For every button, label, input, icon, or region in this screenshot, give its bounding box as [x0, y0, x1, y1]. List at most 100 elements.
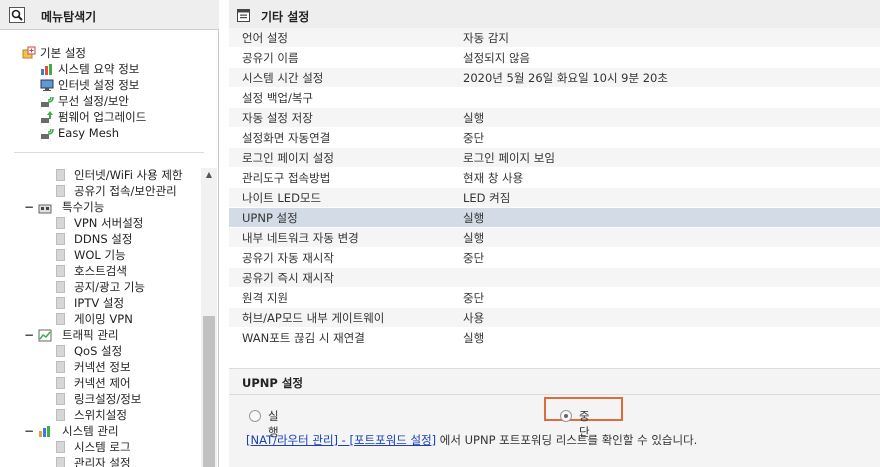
- other-settings-title: 기타 설정: [261, 10, 310, 24]
- monitor-icon: [40, 79, 54, 91]
- tree-label: 공유기 접속/보안관리: [74, 184, 177, 198]
- settings-window-icon: [237, 9, 250, 22]
- tree-label: 무선 설정/보안: [58, 94, 130, 108]
- setting-value: 중단: [463, 131, 485, 145]
- setting-key: 설정화면 자동연결: [242, 131, 331, 145]
- tree-label: IPTV 설정: [74, 296, 125, 310]
- leaf-icon: [56, 377, 65, 389]
- settings-row-remote-support[interactable]: 원격 지원 중단: [229, 288, 880, 308]
- leaf-icon: [56, 313, 65, 325]
- settings-row-night-led[interactable]: 나이트 LED모드 LED 켜짐: [229, 188, 880, 208]
- menu-explorer-header: 메뉴탐색기: [0, 0, 219, 30]
- setting-value: 중단: [463, 291, 485, 305]
- collapse-icon[interactable]: −: [24, 327, 34, 343]
- upnp-info-message: 에서 UPNP 포트포워딩 리스트를 확인할 수 있습니다.: [436, 433, 698, 447]
- wireless-icon: [41, 96, 54, 107]
- settings-row-hub-ap-gateway[interactable]: 허브/AP모드 내부 게이트웨이 사용: [229, 308, 880, 328]
- settings-row-auto-save[interactable]: 자동 설정 저장 실행: [229, 108, 880, 128]
- setting-value: 중단: [463, 251, 485, 265]
- setting-value: 실행: [463, 211, 485, 225]
- other-settings-panel: 기타 설정 언어 설정 자동 감지 공유기 이름 설정되지 않음 시스템 시간 설정…: [229, 0, 880, 467]
- leaf-icon: [56, 265, 65, 277]
- settings-row-router-name[interactable]: 공유기 이름 설정되지 않음: [229, 48, 880, 68]
- tree-label: 시스템 관리: [62, 424, 119, 438]
- tree-label: 인터넷/WiFi 사용 제한: [74, 168, 183, 182]
- settings-row-internal-network[interactable]: 내부 네트워크 자동 변경 실행: [229, 228, 880, 248]
- folder-basic-icon: [22, 46, 36, 59]
- tree-scrollbar[interactable]: ▲: [201, 168, 217, 467]
- setting-value: 실행: [463, 331, 485, 345]
- setting-key: 시스템 시간 설정: [242, 71, 324, 85]
- settings-row-language[interactable]: 언어 설정 자동 감지: [229, 28, 880, 48]
- setting-key: 로그인 페이지 설정: [242, 151, 334, 165]
- settings-row-system-time[interactable]: 시스템 시간 설정 2020년 5월 26일 화요일 10시 9분 20초: [229, 68, 880, 88]
- other-settings-header: 기타 설정: [229, 0, 880, 30]
- setting-value: 자동 감지: [463, 31, 509, 45]
- setting-key: 관리도구 접속방법: [242, 171, 331, 185]
- settings-list: 언어 설정 자동 감지 공유기 이름 설정되지 않음 시스템 시간 설정 2020년 …: [229, 28, 880, 348]
- tree-label: 스위치설정: [74, 408, 127, 422]
- upgrade-icon: [41, 111, 53, 123]
- leaf-icon: [56, 393, 65, 405]
- setting-value: LED 켜짐: [463, 191, 511, 205]
- upnp-detail-header: UPNP 설정: [229, 369, 880, 395]
- scroll-up-arrow-icon[interactable]: ▲: [201, 168, 217, 182]
- tree-label: 커넥션 제어: [74, 376, 131, 390]
- collapse-icon[interactable]: −: [24, 423, 34, 439]
- radio-unchecked-icon[interactable]: [249, 410, 261, 422]
- collapse-icon[interactable]: −: [24, 199, 34, 215]
- leaf-icon: [56, 297, 65, 309]
- settings-row-admin-access[interactable]: 관리도구 접속방법 현재 창 사용: [229, 168, 880, 188]
- setting-key: 공유기 즉시 재시작: [242, 271, 334, 285]
- tree-label: 시스템 로그: [74, 440, 131, 454]
- settings-row-backup-restore[interactable]: 설정 백업/복구: [229, 88, 880, 108]
- setting-value: 설정되지 않음: [463, 51, 531, 65]
- setting-value: 실행: [463, 111, 485, 125]
- tree-label: 호스트검색: [74, 264, 127, 278]
- setting-value: 사용: [463, 311, 485, 325]
- settings-row-wan-reconnect[interactable]: WAN포트 끊김 시 재연결 실행: [229, 328, 880, 348]
- mesh-icon: [41, 128, 54, 139]
- tree-label: 기본 설정: [40, 46, 86, 60]
- leaf-icon: [56, 169, 65, 181]
- scrollbar-thumb[interactable]: [203, 316, 215, 467]
- settings-row-login-page[interactable]: 로그인 페이지 설정 로그인 페이지 보임: [229, 148, 880, 168]
- upnp-detail-title: UPNP 설정: [242, 376, 303, 390]
- tree-label: 시스템 요약 정보: [58, 62, 140, 76]
- tree-label: QoS 설정: [74, 344, 123, 358]
- chart-icon: [41, 64, 52, 75]
- leaf-icon: [56, 233, 65, 245]
- tree-label: 펌웨어 업그레이드: [58, 110, 147, 124]
- leaf-icon: [56, 217, 65, 229]
- setting-value: 실행: [463, 231, 485, 245]
- tree-label: 공지/광고 기능: [74, 280, 146, 294]
- settings-row-upnp[interactable]: UPNP 설정 실행: [229, 208, 880, 228]
- settings-row-restart-now[interactable]: 공유기 즉시 재시작: [229, 268, 880, 288]
- tree-label: 인터넷 설정 정보: [58, 78, 140, 92]
- system-icon: [39, 426, 50, 437]
- traffic-icon: [38, 329, 52, 342]
- tree-label: 트래픽 관리: [62, 328, 119, 342]
- setting-key: 공유기 자동 재시작: [242, 251, 334, 265]
- setting-value: 로그인 페이지 보임: [463, 151, 555, 165]
- settings-row-auto-connect[interactable]: 설정화면 자동연결 중단: [229, 128, 880, 148]
- leaf-icon: [56, 345, 65, 357]
- setting-key: 언어 설정: [242, 31, 288, 45]
- tree-label: VPN 서버설정: [74, 216, 144, 230]
- setting-value: 현재 창 사용: [463, 171, 524, 185]
- tree-label: 커넥션 정보: [74, 360, 131, 374]
- tree-label: 특수기능: [62, 200, 105, 214]
- leaf-icon: [56, 457, 65, 467]
- menu-explorer-panel: 메뉴탐색기 기본 설정 시스템 요약 정보 인터넷 설정 정보 무선 설정/보안: [0, 0, 219, 467]
- tree-label: 게이밍 VPN: [74, 312, 133, 326]
- leaf-icon: [56, 409, 65, 421]
- special-icon: [38, 204, 52, 214]
- setting-value: 2020년 5월 26일 화요일 10시 9분 20초: [463, 71, 668, 85]
- settings-row-auto-restart[interactable]: 공유기 자동 재시작 중단: [229, 248, 880, 268]
- radio-checked-icon[interactable]: [560, 410, 572, 422]
- leaf-icon: [56, 249, 65, 261]
- setting-key: 설정 백업/복구: [242, 91, 314, 105]
- tree-label: WOL 기능: [74, 248, 126, 262]
- port-forward-settings-link[interactable]: [NAT/라우터 관리] - [포트포워드 설정]: [246, 433, 436, 447]
- tree-label: 링크설정/정보: [74, 392, 142, 406]
